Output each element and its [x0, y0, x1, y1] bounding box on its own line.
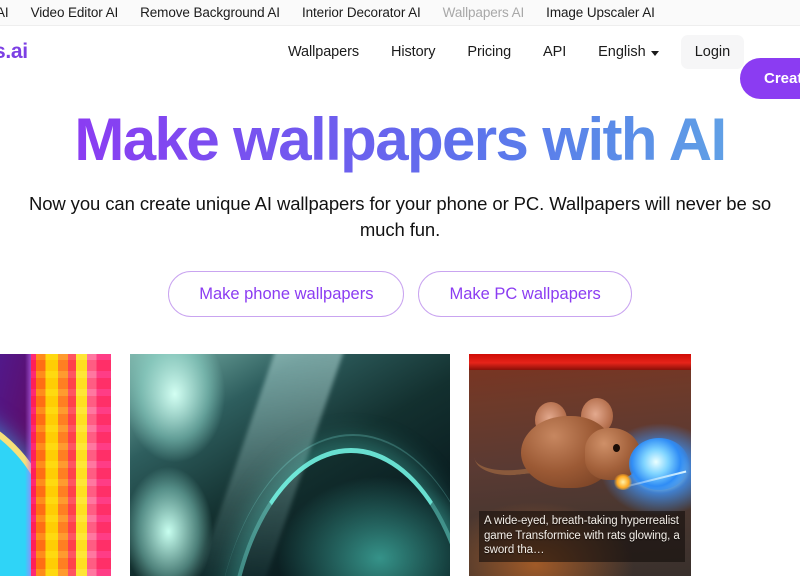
product-topbar: AI Video Editor AI Remove Background AI …	[0, 0, 800, 26]
language-selector[interactable]: English	[582, 44, 673, 60]
hero-actions: Make phone wallpapers Make PC wallpapers	[0, 270, 800, 318]
make-pc-wallpapers-button[interactable]: Make PC wallpapers	[418, 270, 632, 318]
orange-spark-shape	[613, 474, 633, 490]
site-logo[interactable]: s.ai	[0, 40, 28, 64]
topbar-item-remove-background-ai[interactable]: Remove Background AI	[140, 0, 280, 25]
nav-link-wallpapers[interactable]: Wallpapers	[272, 44, 375, 60]
teal-cavern-artwork	[130, 354, 450, 576]
topbar-item-wallpapers-ai[interactable]: Wallpapers AI	[443, 0, 525, 25]
nav-link-api[interactable]: API	[527, 44, 582, 60]
neon-abstract-artwork	[0, 354, 111, 576]
wallpaper-gallery: A wide-eyed, breath-taking hyperrealist …	[0, 354, 800, 576]
gallery-card-teal-cavern[interactable]	[130, 354, 450, 576]
nav-link-pricing[interactable]: Pricing	[451, 44, 527, 60]
wallpaper-caption: A wide-eyed, breath-taking hyperrealist …	[479, 510, 685, 562]
topbar-item-video-editor-ai[interactable]: Video Editor AI	[31, 0, 119, 25]
topbar-item-image-upscaler-ai[interactable]: Image Upscaler AI	[546, 0, 655, 25]
gallery-card-neon-abstract[interactable]	[0, 354, 111, 576]
page-title: Make wallpapers with AI	[74, 106, 727, 173]
language-selector-label: English	[598, 44, 646, 60]
chevron-down-icon	[650, 50, 659, 56]
hero-section: Make wallpapers with AI Now you can crea…	[0, 78, 800, 318]
nav-link-history[interactable]: History	[375, 44, 451, 60]
mouse-eye-shape	[613, 444, 620, 452]
red-top-band	[469, 354, 691, 370]
warm-stripes-shape	[31, 354, 111, 576]
topbar-item-interior-decorator-ai[interactable]: Interior Decorator AI	[302, 0, 421, 25]
gallery-card-mouse[interactable]: A wide-eyed, breath-taking hyperrealist …	[469, 354, 691, 576]
site-header: s.ai Wallpapers History Pricing API Engl…	[0, 26, 800, 99]
create-button[interactable]: Create	[740, 58, 800, 99]
login-button[interactable]: Login	[680, 35, 745, 69]
make-phone-wallpapers-button[interactable]: Make phone wallpapers	[168, 270, 405, 318]
topbar-item-0[interactable]: AI	[0, 0, 9, 25]
hero-subtitle: Now you can create unique AI wallpapers …	[28, 193, 772, 241]
main-nav: Wallpapers History Pricing API English L…	[272, 26, 745, 78]
